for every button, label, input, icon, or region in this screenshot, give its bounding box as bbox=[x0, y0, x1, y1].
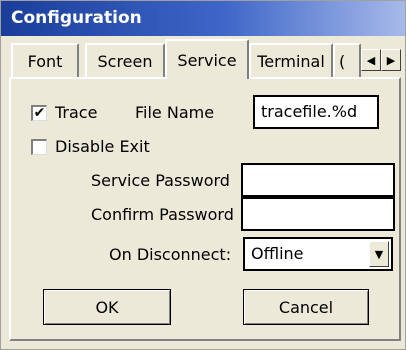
tab-screen-label: Screen bbox=[97, 51, 153, 71]
on-disconnect-value: Offline bbox=[251, 244, 304, 263]
trace-checkbox[interactable]: ✔ bbox=[31, 105, 47, 121]
confirm-password-input[interactable] bbox=[241, 197, 395, 231]
configuration-dialog: Configuration Font Screen Service Termin… bbox=[0, 0, 406, 350]
trace-label: Trace bbox=[55, 103, 98, 122]
tab-service-label: Service bbox=[177, 50, 237, 70]
arrow-right-icon: ▶ bbox=[386, 53, 396, 67]
tab-overflow[interactable]: ( bbox=[333, 43, 361, 77]
service-password-label: Service Password bbox=[91, 171, 230, 190]
service-tab-panel: ✔ Trace File Name tracefile.%d Disable E… bbox=[9, 77, 401, 341]
on-disconnect-label: On Disconnect: bbox=[109, 245, 232, 264]
arrow-left-icon: ◀ bbox=[366, 53, 376, 67]
disable-exit-label: Disable Exit bbox=[55, 137, 150, 156]
tab-screen[interactable]: Screen bbox=[85, 43, 165, 77]
tab-terminal-label: Terminal bbox=[257, 51, 325, 71]
cancel-button[interactable]: Cancel bbox=[243, 289, 369, 325]
tab-font[interactable]: Font bbox=[11, 43, 79, 77]
on-disconnect-select[interactable]: Offline ▼ bbox=[243, 237, 393, 271]
tab-overflow-label: ( bbox=[339, 51, 346, 71]
service-password-input[interactable] bbox=[241, 163, 395, 197]
on-disconnect-dropdown-button[interactable]: ▼ bbox=[369, 241, 389, 267]
tab-scroll-left-button[interactable]: ◀ bbox=[361, 49, 381, 71]
tab-scroll-right-button[interactable]: ▶ bbox=[381, 49, 401, 71]
chevron-down-icon: ▼ bbox=[374, 247, 384, 261]
tab-service[interactable]: Service bbox=[165, 39, 249, 79]
file-name-label: File Name bbox=[135, 103, 215, 122]
check-icon: ✔ bbox=[33, 105, 46, 121]
window-title: Configuration bbox=[11, 8, 142, 28]
ok-button[interactable]: OK bbox=[43, 289, 171, 325]
disable-exit-checkbox[interactable] bbox=[31, 139, 47, 155]
tab-terminal[interactable]: Terminal bbox=[249, 43, 333, 77]
file-name-value: tracefile.%d bbox=[261, 102, 358, 121]
file-name-input[interactable]: tracefile.%d bbox=[253, 95, 379, 129]
ok-button-label: OK bbox=[95, 297, 119, 317]
tab-font-label: Font bbox=[27, 51, 63, 71]
cancel-button-label: Cancel bbox=[278, 297, 334, 317]
confirm-password-label: Confirm Password bbox=[91, 205, 234, 224]
title-bar: Configuration bbox=[1, 1, 405, 36]
